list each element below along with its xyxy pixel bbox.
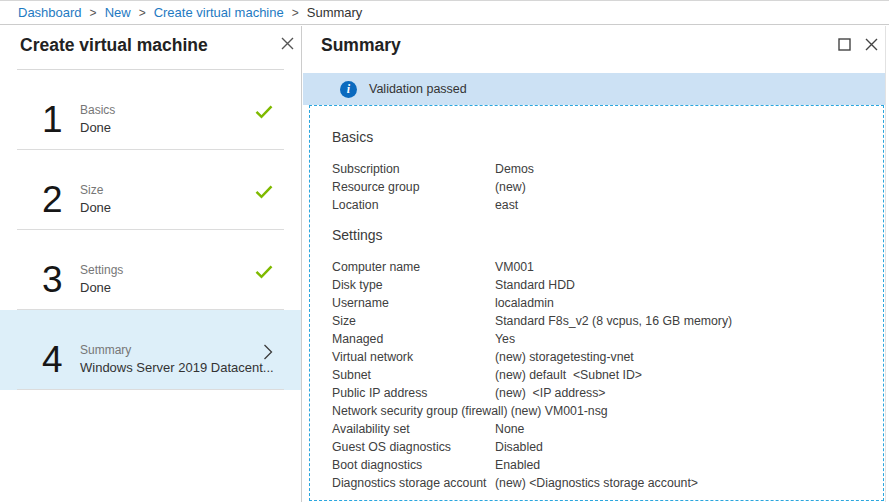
summary-row: Public IP address(new) <IP address> (332, 384, 879, 402)
step-number: 4 (42, 341, 80, 378)
step-status: Done (80, 120, 115, 135)
row-label: Subscription (332, 160, 492, 178)
row-label: Availability set (332, 420, 492, 438)
summary-row: SubscriptionDemos (332, 160, 879, 178)
row-value: east (495, 196, 518, 214)
chevron-right-icon (263, 344, 273, 361)
row-value: Standard HDD (495, 276, 575, 294)
row-value: (new) <IP address> (495, 384, 606, 402)
breadcrumb: Dashboard > New > Create virtual machine > Sum… (0, 0, 889, 25)
row-label: Virtual network (332, 348, 492, 366)
summary-row: Computer nameVM001 (332, 258, 879, 276)
row-value: localadmin (495, 294, 554, 312)
breadcrumb-separator: > (292, 6, 299, 20)
summary-row: Locationeast (332, 196, 879, 214)
breadcrumb-item-create-virtual-machine[interactable]: Create virtual machine (154, 5, 284, 20)
check-icon (255, 104, 273, 119)
row-label: Public IP address (332, 384, 492, 402)
summary-row: Usernamelocaladmin (332, 294, 879, 312)
step-label: Basics (80, 103, 115, 117)
create-vm-panel: Create virtual machine 1BasicsDone2SizeD… (0, 26, 302, 502)
breadcrumb-item-new[interactable]: New (105, 5, 131, 20)
section-title: Basics (332, 129, 879, 145)
row-label: Subnet (332, 366, 492, 384)
banner-text: Validation passed (369, 82, 467, 96)
step-size[interactable]: 2Size Done (0, 150, 301, 230)
row-value: Demos (495, 160, 534, 178)
wizard-steps: 1BasicsDone2SizeDone3SettingsDone4Summar… (0, 70, 301, 390)
row-label: Disk type (332, 276, 492, 294)
row-value: (new) storagetesting-vnet (495, 348, 634, 366)
row-label: Managed (332, 330, 492, 348)
row-value: Disabled (495, 438, 543, 456)
close-icon[interactable] (280, 36, 295, 51)
section-title: Settings (332, 227, 879, 243)
row-value: VM001 (495, 258, 534, 276)
scrollbar-track[interactable] (885, 26, 886, 502)
summary-row: Disk typeStandard HDD (332, 276, 879, 294)
close-icon[interactable] (864, 37, 879, 52)
check-icon (255, 264, 273, 279)
summary-row: Boot diagnosticsEnabled (332, 456, 879, 474)
row-value: (new) default <Subnet ID> (495, 366, 642, 384)
maximize-icon[interactable] (838, 38, 851, 51)
breadcrumb-separator: > (90, 6, 97, 20)
row-value: (new) VM001-nsg (511, 402, 608, 420)
summary-row: Network security group (firewall)(new) V… (332, 402, 879, 420)
breadcrumb-separator: > (139, 6, 146, 20)
row-value: Yes (495, 330, 515, 348)
row-label: Computer name (332, 258, 492, 276)
row-label: Resource group (332, 178, 492, 196)
row-label: Guest OS diagnostics (332, 438, 492, 456)
step-label: Summary (80, 343, 274, 357)
row-label: Diagnostics storage account (332, 474, 492, 492)
step-status: Windows Server 2019 Datacent... (80, 360, 274, 375)
summary-row: Availability setNone (332, 420, 879, 438)
summary-row: Subnet(new) default <Subnet ID> (332, 366, 879, 384)
row-label: Size (332, 312, 492, 330)
step-number: 3 (42, 261, 80, 298)
info-icon: i (340, 81, 357, 98)
panel-title: Create virtual machine (20, 35, 208, 56)
summary-row: Guest OS diagnosticsDisabled (332, 438, 879, 456)
step-number: 2 (42, 181, 80, 218)
step-status: Done (80, 200, 111, 215)
row-value: Standard F8s_v2 (8 vcpus, 16 GB memory) (495, 312, 732, 330)
step-status: Done (80, 280, 123, 295)
summary-row: ManagedYes (332, 330, 879, 348)
summary-row: Resource group(new) (332, 178, 879, 196)
check-icon (255, 184, 273, 199)
row-value: Enabled (495, 456, 540, 474)
step-basics[interactable]: 1Basics Done (0, 70, 301, 150)
step-number: 1 (42, 101, 80, 138)
row-label: Location (332, 196, 492, 214)
row-label: Boot diagnostics (332, 456, 492, 474)
row-value: (new) <Diagnostics storage account> (495, 474, 698, 492)
summary-row: SizeStandard F8s_v2 (8 vcpus, 16 GB memo… (332, 312, 879, 330)
step-label: Size (80, 183, 111, 197)
breadcrumb-item-dashboard[interactable]: Dashboard (18, 5, 82, 20)
row-label: Network security group (firewall) (332, 402, 508, 420)
summary-row: Virtual network(new) storagetesting-vnet (332, 348, 879, 366)
summary-content: BasicsSubscriptionDemosResource group(ne… (332, 105, 879, 502)
row-label: Username (332, 294, 492, 312)
step-summary[interactable]: 4Summary Windows Server 2019 Datacent... (0, 310, 301, 390)
summary-panel: Summary i Validation passed Basics Subscr… (303, 26, 889, 502)
breadcrumb-item-summary: Summary (307, 5, 363, 20)
section-settings: Settings Computer nameVM001Disk typeStand… (332, 227, 879, 492)
summary-row: Diagnostics storage account(new) <Diagno… (332, 474, 879, 492)
row-value: None (495, 420, 524, 438)
step-settings[interactable]: 3Settings Done (0, 230, 301, 310)
row-value: (new) (495, 178, 526, 196)
panel-title: Summary (321, 35, 401, 56)
validation-banner: i Validation passed (303, 73, 885, 105)
step-label: Settings (80, 263, 123, 277)
section-basics: Basics SubscriptionDemosResource group(ne… (332, 129, 879, 214)
